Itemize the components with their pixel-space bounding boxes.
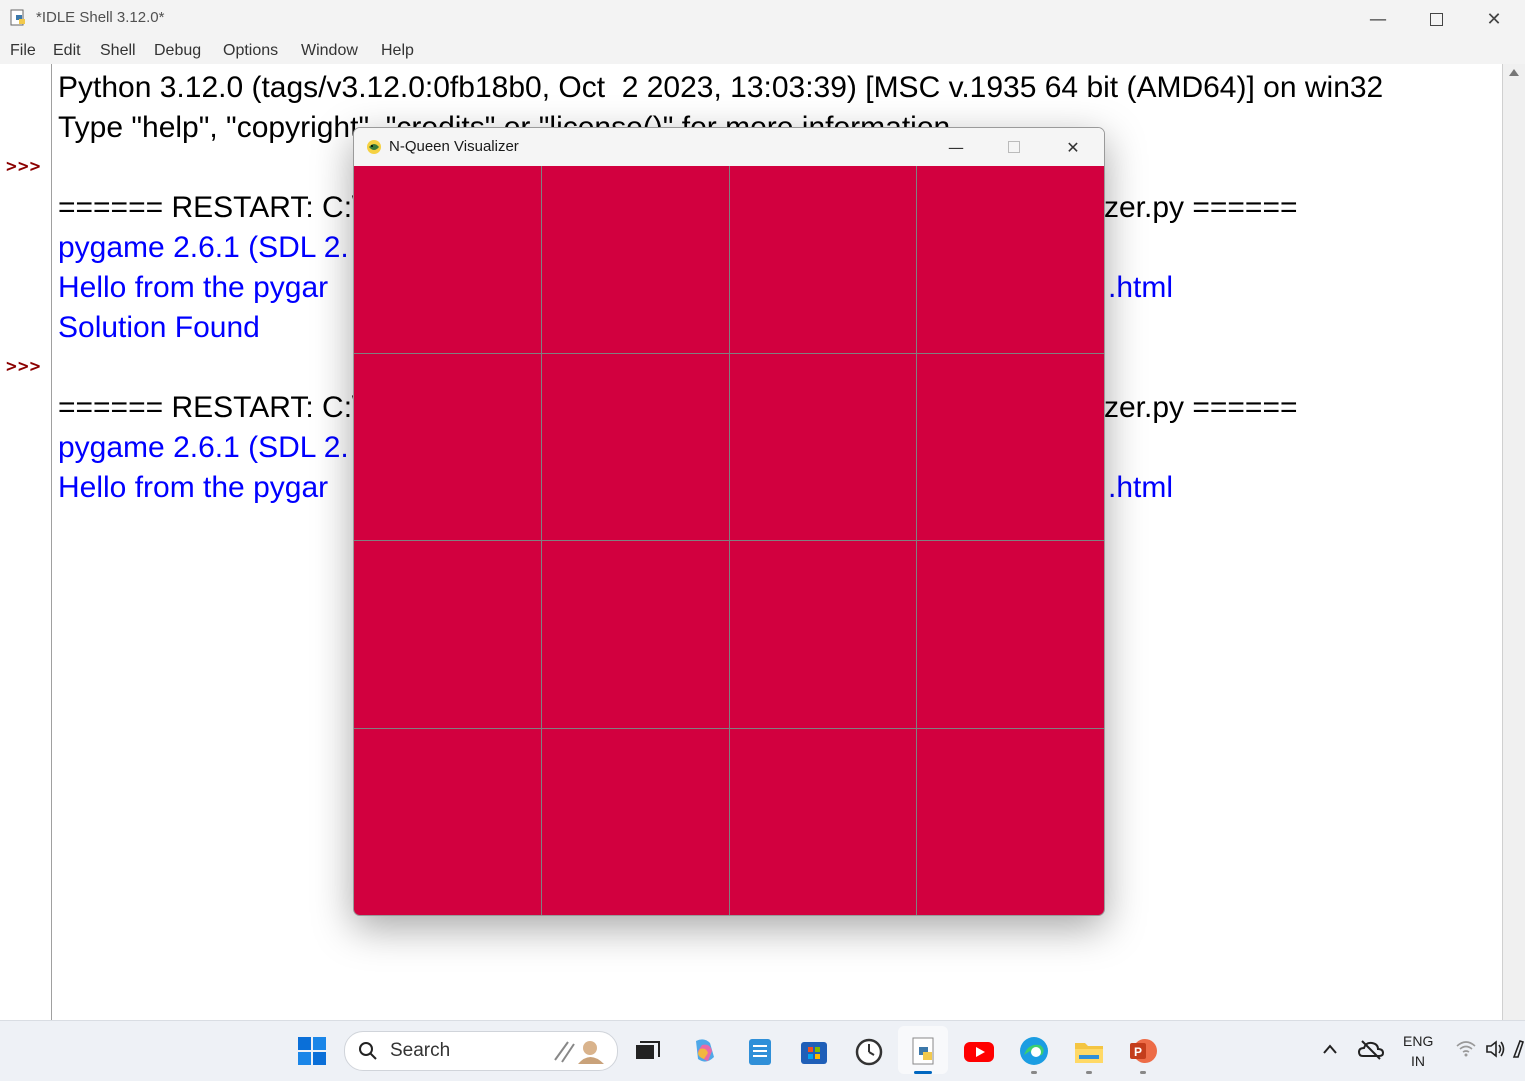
nq-close-button[interactable]: ✕ xyxy=(1044,128,1102,166)
windows-start-icon[interactable] xyxy=(296,1035,328,1067)
prompt-gutter: >>> >>> xyxy=(0,64,52,1020)
shell-line: Solution Found xyxy=(58,311,260,344)
svg-text:P: P xyxy=(1134,1045,1142,1059)
shell-line: pygame 2.6.1 (SDL 2. xyxy=(58,431,349,464)
board-cell[interactable] xyxy=(541,728,729,915)
shell-line: Hello from the pygar xyxy=(58,471,329,504)
nq-minimize-button[interactable]: — xyxy=(927,128,985,166)
search-placeholder: Search xyxy=(390,1040,451,1061)
taskbar: Search P ENG IN xyxy=(0,1020,1525,1081)
nq-maximize-button[interactable] xyxy=(985,128,1043,166)
shell-prompt: >>> xyxy=(6,356,42,377)
menu-options[interactable]: Options xyxy=(223,42,278,60)
menu-help[interactable]: Help xyxy=(381,42,414,60)
window-title: *IDLE Shell 3.12.0* xyxy=(36,9,165,26)
shell-line: pygame 2.6.1 (SDL 2. xyxy=(58,231,349,264)
chess-board[interactable] xyxy=(354,166,1104,915)
running-indicator xyxy=(1086,1071,1092,1074)
minimize-icon: — xyxy=(948,137,964,157)
close-icon: ✕ xyxy=(1066,137,1080,157)
onedrive-offline-icon[interactable] xyxy=(1358,1038,1384,1060)
youtube-icon[interactable] xyxy=(963,1035,995,1067)
n-queen-titlebar[interactable]: N-Queen Visualizer — ✕ xyxy=(354,128,1104,166)
close-icon: ✕ xyxy=(1486,8,1502,30)
board-cell[interactable] xyxy=(354,166,541,353)
board-cell[interactable] xyxy=(729,728,917,915)
search-highlight-icon xyxy=(554,1041,604,1064)
shell-line: .html xyxy=(1108,471,1174,504)
n-queen-title: N-Queen Visualizer xyxy=(389,138,519,155)
wifi-icon[interactable] xyxy=(1456,1040,1476,1058)
board-cell[interactable] xyxy=(354,728,541,915)
shell-line: .html xyxy=(1108,271,1174,304)
idle-taskbar-icon[interactable] xyxy=(908,1035,940,1067)
idle-titlebar: *IDLE Shell 3.12.0* — ✕ xyxy=(0,0,1525,38)
shell-prompt: >>> xyxy=(6,156,42,177)
menu-bar: File Edit Shell Debug Options Window Hel… xyxy=(0,38,1525,64)
menu-edit[interactable]: Edit xyxy=(53,42,81,60)
menu-window[interactable]: Window xyxy=(301,42,358,60)
maximize-button[interactable] xyxy=(1407,0,1465,38)
board-cell[interactable] xyxy=(917,541,1104,728)
battery-icon[interactable] xyxy=(1512,1039,1525,1059)
task-view-icon[interactable] xyxy=(632,1037,660,1065)
board-cell[interactable] xyxy=(541,541,729,728)
clock-app-icon[interactable] xyxy=(853,1035,885,1067)
board-cell[interactable] xyxy=(541,166,729,353)
language-indicator[interactable]: ENG xyxy=(1403,1033,1433,1049)
minimize-button[interactable]: — xyxy=(1349,0,1407,38)
file-explorer-icon[interactable] xyxy=(1073,1035,1105,1067)
maximize-icon xyxy=(1429,12,1443,26)
active-indicator xyxy=(914,1071,932,1074)
board-cell[interactable] xyxy=(729,353,917,540)
microsoft-store-icon[interactable] xyxy=(798,1035,830,1067)
scroll-up-icon[interactable] xyxy=(1509,69,1519,76)
running-indicator xyxy=(1031,1071,1037,1074)
powerpoint-icon[interactable]: P xyxy=(1127,1035,1159,1067)
shell-line: zer.py ====== xyxy=(1104,191,1298,224)
board-cell[interactable] xyxy=(354,353,541,540)
volume-icon[interactable] xyxy=(1485,1039,1507,1059)
pygame-snake-icon xyxy=(367,140,381,154)
shell-line: Hello from the pygar xyxy=(58,271,329,304)
edge-browser-icon[interactable] xyxy=(1018,1035,1050,1067)
taskbar-search[interactable]: Search xyxy=(344,1031,618,1071)
shell-line: ====== RESTART: C:\ xyxy=(58,191,361,224)
menu-shell[interactable]: Shell xyxy=(100,42,136,60)
shell-line: zer.py ====== xyxy=(1104,391,1298,424)
board-cell[interactable] xyxy=(541,353,729,540)
board-cell[interactable] xyxy=(729,541,917,728)
idle-app-icon xyxy=(10,9,25,26)
close-button[interactable]: ✕ xyxy=(1465,0,1523,38)
shell-line: ====== RESTART: C:\ xyxy=(58,391,361,424)
board-cell[interactable] xyxy=(354,541,541,728)
menu-file[interactable]: File xyxy=(10,42,36,60)
chevron-up-icon[interactable] xyxy=(1322,1043,1338,1055)
region-indicator[interactable]: IN xyxy=(1411,1053,1425,1069)
search-icon xyxy=(359,1042,377,1060)
vertical-scrollbar[interactable] xyxy=(1502,64,1525,1020)
board-cell[interactable] xyxy=(729,166,917,353)
shell-line: Python 3.12.0 (tags/v3.12.0:0fb18b0, Oct… xyxy=(58,71,1384,104)
board-cell[interactable] xyxy=(917,166,1104,353)
copilot-icon[interactable] xyxy=(688,1035,720,1067)
running-indicator xyxy=(1140,1071,1146,1074)
notepad-icon[interactable] xyxy=(744,1035,776,1067)
board-cell[interactable] xyxy=(917,353,1104,540)
board-cell[interactable] xyxy=(917,728,1104,915)
n-queen-window: N-Queen Visualizer — ✕ xyxy=(353,127,1105,916)
menu-debug[interactable]: Debug xyxy=(154,42,201,60)
minimize-icon: — xyxy=(1369,8,1387,30)
maximize-icon xyxy=(1008,141,1020,153)
